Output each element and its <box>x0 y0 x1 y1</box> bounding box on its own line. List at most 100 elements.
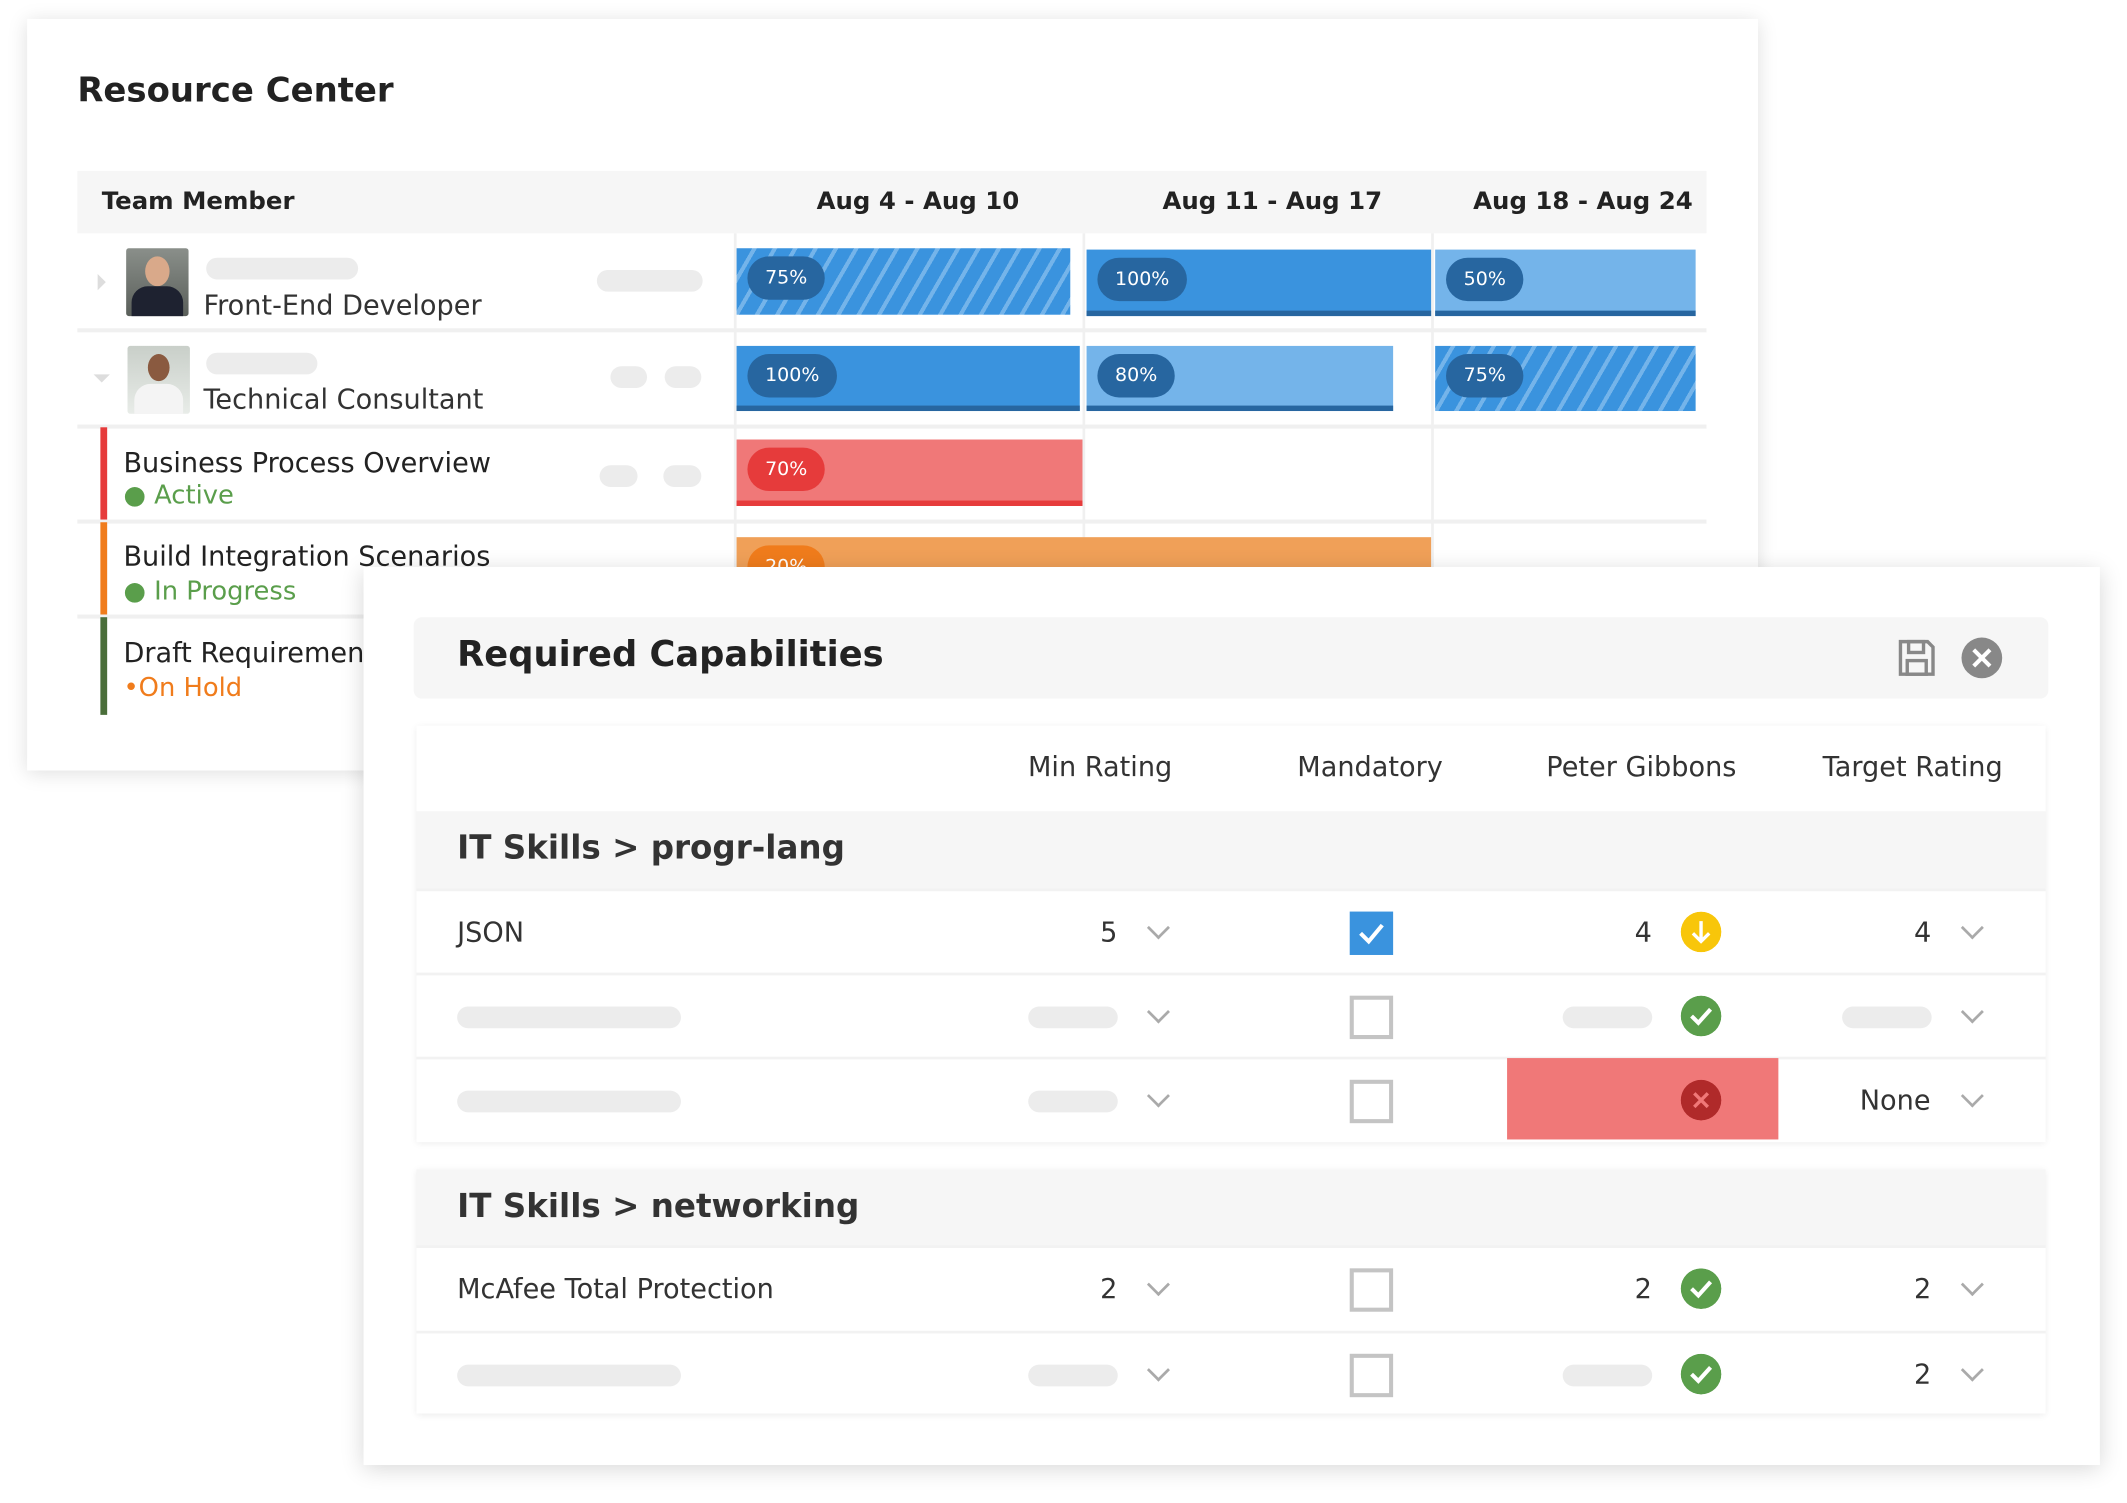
task-bar[interactable]: 70% <box>736 439 1083 506</box>
chevron-down-icon[interactable] <box>1960 916 1984 940</box>
name-placeholder <box>206 352 318 375</box>
column-team-member: Team Member <box>101 187 295 216</box>
allocation-label: 80% <box>1097 354 1175 398</box>
column-week-2: Aug 11 - Aug 17 <box>1162 187 1383 216</box>
chevron-down-icon[interactable] <box>1960 1084 1984 1108</box>
placeholder <box>1562 1364 1653 1387</box>
placeholder <box>1842 1006 1932 1029</box>
task-bar-label: 70% <box>747 447 825 492</box>
group-header: IT Skills > progr-lang <box>416 811 2046 889</box>
chevron-down-icon[interactable] <box>1146 1084 1170 1108</box>
expand-arrow-icon[interactable] <box>97 274 106 291</box>
name-placeholder <box>206 257 359 280</box>
status-text: On Hold <box>138 672 243 703</box>
task-color-indicator <box>100 617 108 715</box>
status-text: Active <box>154 480 234 511</box>
chevron-down-icon[interactable] <box>1146 916 1170 940</box>
table-row: None <box>416 1056 2046 1144</box>
allocation-label: 75% <box>747 256 825 300</box>
placeholder <box>1562 1006 1653 1029</box>
arrow-down-icon <box>1680 911 1722 953</box>
close-icon[interactable] <box>1960 636 2003 679</box>
placeholder <box>610 366 648 388</box>
member-role: Technical Consultant <box>203 382 484 416</box>
allocation-bar[interactable]: 80% <box>1086 345 1394 412</box>
chevron-down-icon[interactable] <box>1146 1273 1170 1297</box>
group-name: IT Skills > networking <box>457 1186 860 1225</box>
column-week-3: Aug 18 - Aug 24 <box>1473 187 1693 216</box>
chevron-down-icon[interactable] <box>1960 1000 1984 1024</box>
avatar <box>126 248 189 317</box>
check-icon <box>1359 923 1384 945</box>
capabilities-table: Min Rating Mandatory Peter Gibbons Targe… <box>416 725 2046 1144</box>
mandatory-checkbox[interactable] <box>1349 1268 1394 1312</box>
skill-name: JSON <box>457 915 525 949</box>
skill-placeholder <box>457 1006 681 1029</box>
task-name[interactable]: Business Process Overview <box>123 446 491 479</box>
task-bar[interactable]: 20% <box>736 537 1432 568</box>
task-status: ● In Progress <box>123 576 297 607</box>
group-header: IT Skills > networking <box>416 1169 2046 1247</box>
skill-placeholder <box>457 1364 681 1387</box>
required-capabilities-panel: Required Capabilities Min Rating Mandato… <box>363 567 2100 1466</box>
mandatory-checkbox[interactable] <box>1349 911 1394 955</box>
x-circle-icon <box>1680 1079 1722 1121</box>
task-bar-label: 20% <box>747 545 825 568</box>
table-row: 2 <box>416 1330 2046 1418</box>
min-rating-value[interactable]: 2 <box>1100 1272 1117 1305</box>
member-role: Front-End Developer <box>203 288 482 322</box>
missing-skill-cell <box>1507 1058 1779 1140</box>
task-color-indicator <box>100 522 108 615</box>
table-row <box>416 972 2046 1060</box>
divider <box>77 424 1707 429</box>
person-rating: 2 <box>1634 1272 1652 1305</box>
allocation-bar[interactable]: 100% <box>736 345 1080 412</box>
collapse-arrow-icon[interactable] <box>93 374 110 383</box>
task-color-indicator <box>100 427 108 520</box>
schedule-header: Team Member Aug 4 - Aug 10 Aug 11 - Aug … <box>77 170 1707 234</box>
min-rating-value[interactable]: 5 <box>1100 916 1117 949</box>
placeholder <box>664 366 702 388</box>
chevron-down-icon[interactable] <box>1960 1273 1984 1297</box>
target-rating-value[interactable]: 2 <box>1914 1358 1931 1391</box>
check-circle-icon <box>1680 1268 1722 1310</box>
placeholder <box>1028 1364 1118 1387</box>
mandatory-checkbox[interactable] <box>1349 995 1394 1040</box>
allocation-label: 100% <box>747 354 838 398</box>
allocation-bar[interactable]: 75% <box>1435 345 1696 412</box>
task-status: ● Active <box>123 480 234 511</box>
allocation-label: 50% <box>1446 257 1524 302</box>
chevron-down-icon[interactable] <box>1960 1358 1984 1382</box>
group-name: IT Skills > progr-lang <box>457 828 845 867</box>
skill-placeholder <box>457 1090 681 1113</box>
chevron-down-icon[interactable] <box>1146 1000 1170 1024</box>
allocation-bar[interactable]: 75% <box>736 248 1071 315</box>
column-week-1: Aug 4 - Aug 10 <box>816 187 1020 216</box>
target-rating-value[interactable]: 2 <box>1914 1272 1931 1305</box>
check-circle-icon <box>1680 995 1722 1037</box>
status-text: In Progress <box>154 576 297 607</box>
placeholder <box>596 269 703 292</box>
target-rating-value[interactable]: None <box>1860 1084 1931 1117</box>
check-circle-icon <box>1680 1353 1722 1395</box>
allocation-bar[interactable]: 50% <box>1435 249 1696 317</box>
task-name[interactable]: Draft Requirement <box>123 636 374 669</box>
avatar <box>127 345 190 414</box>
page-title: Resource Center <box>77 70 394 110</box>
mandatory-checkbox[interactable] <box>1349 1353 1394 1398</box>
column-mandatory: Mandatory <box>1297 750 1443 783</box>
table-row: JSON 5 4 4 <box>416 888 2046 976</box>
panel-title: Required Capabilities <box>457 634 884 676</box>
allocation-bar[interactable]: 100% <box>1086 249 1432 317</box>
mandatory-checkbox[interactable] <box>1349 1079 1394 1124</box>
column-person: Peter Gibbons <box>1546 750 1737 783</box>
chevron-down-icon[interactable] <box>1146 1358 1170 1382</box>
allocation-label: 75% <box>1446 354 1524 398</box>
column-target-rating: Target Rating <box>1822 750 2003 783</box>
target-rating-value[interactable]: 4 <box>1914 916 1931 949</box>
capabilities-table: IT Skills > networking McAfee Total Prot… <box>416 1169 2046 1414</box>
column-min-rating: Min Rating <box>1028 750 1173 783</box>
save-icon[interactable] <box>1896 638 1937 679</box>
divider <box>77 328 1707 333</box>
table-row: McAfee Total Protection 2 2 2 <box>416 1245 2046 1332</box>
